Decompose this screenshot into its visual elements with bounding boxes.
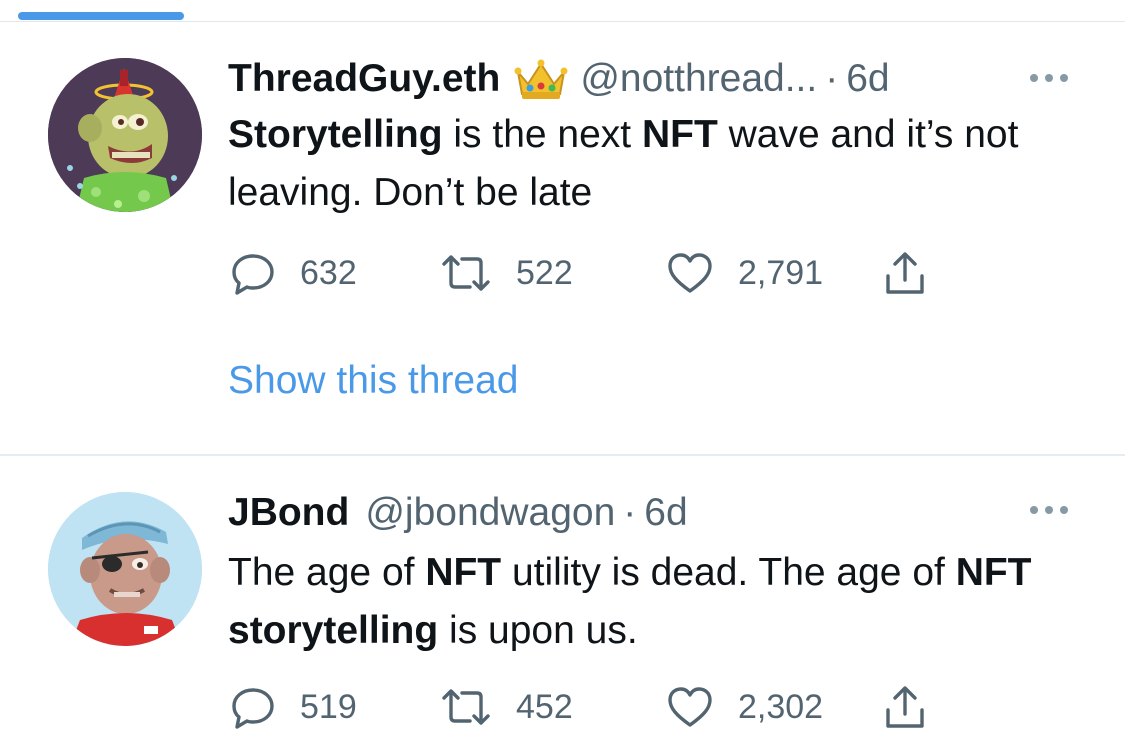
- text-regular: is upon us.: [438, 609, 638, 652]
- tweet-text: Storytelling is the next NFT wave and it…: [228, 106, 1088, 222]
- tweet[interactable]: ThreadGuy.eth @notthread... · 6d Storyte…: [0, 22, 1125, 454]
- user-handle[interactable]: @notthread...: [580, 56, 817, 102]
- reply-count: 519: [300, 687, 357, 726]
- more-horizontal-icon[interactable]: [1027, 500, 1071, 520]
- timeline: ThreadGuy.eth @notthread... · 6d Storyte…: [0, 0, 1125, 746]
- reply-count: 632: [300, 253, 357, 292]
- timestamp[interactable]: 6d: [846, 56, 889, 102]
- separator-dot: ·: [623, 491, 637, 534]
- like-button[interactable]: 2,302: [666, 684, 823, 730]
- avatar[interactable]: [48, 492, 202, 646]
- retweet-count: 522: [516, 253, 573, 292]
- share-button[interactable]: [882, 684, 928, 730]
- tweet-actions: 632 522 2,791: [230, 250, 950, 296]
- text-bold: NFT: [641, 113, 718, 156]
- display-name[interactable]: JBond: [228, 490, 349, 536]
- text-regular: is the next: [442, 113, 642, 156]
- text-bold: Storytelling: [228, 113, 443, 156]
- tweet-header: ThreadGuy.eth @notthread... · 6d: [228, 56, 1068, 102]
- timestamp[interactable]: 6d: [644, 490, 687, 536]
- like-count: 2,791: [738, 253, 824, 292]
- reply-icon: [232, 688, 274, 729]
- retweet-button[interactable]: 522: [440, 250, 573, 296]
- share-icon: [886, 686, 924, 728]
- text-bold: NFT: [425, 551, 502, 594]
- text-regular: utility is dead. The age of: [501, 551, 956, 594]
- share-icon: [886, 252, 924, 294]
- text-regular: The age of: [228, 551, 426, 594]
- reply-icon: [232, 254, 274, 295]
- user-handle[interactable]: @jbondwagon: [365, 490, 615, 536]
- like-count: 2,302: [738, 687, 824, 726]
- retweet-button[interactable]: 452: [440, 684, 573, 730]
- heart-icon: [668, 687, 712, 727]
- avatar[interactable]: [48, 58, 202, 212]
- tweet-header: JBond @jbondwagon · 6d: [228, 490, 1068, 536]
- retweet-count: 452: [516, 687, 573, 726]
- display-name[interactable]: ThreadGuy.eth: [228, 56, 500, 102]
- crown-icon: [514, 56, 568, 102]
- separator-dot: ·: [825, 57, 839, 100]
- reply-button[interactable]: 632: [230, 250, 357, 296]
- show-thread-link[interactable]: Show this thread: [228, 356, 519, 406]
- more-horizontal-icon[interactable]: [1027, 68, 1071, 88]
- reply-button[interactable]: 519: [230, 684, 357, 730]
- active-tab-indicator: [18, 12, 184, 20]
- tweet-actions: 519 452 2,302: [230, 684, 950, 730]
- tweet[interactable]: JBond @jbondwagon · 6d The age of NFT ut…: [0, 456, 1125, 746]
- ape-avatar-image: [48, 492, 202, 646]
- share-button[interactable]: [882, 250, 928, 296]
- retweet-icon: [442, 255, 490, 291]
- like-button[interactable]: 2,791: [666, 250, 823, 296]
- heart-icon: [668, 253, 712, 293]
- ape-avatar-image: [48, 58, 202, 212]
- retweet-icon: [442, 689, 490, 725]
- tweet-text: The age of NFT utility is dead. The age …: [228, 544, 1088, 660]
